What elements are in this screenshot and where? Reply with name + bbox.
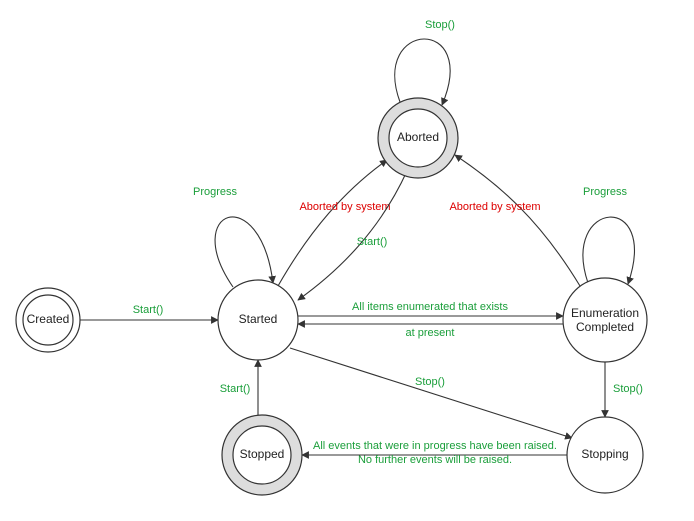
- state-label-stopped: Stopped: [240, 447, 285, 461]
- edge-label-enum2: at present: [406, 327, 455, 339]
- edge-label-aborted1: Aborted by system: [299, 201, 390, 213]
- edge-label-stop-started: Stop(): [415, 376, 445, 388]
- edge-label-start3: Start(): [220, 383, 251, 395]
- edge-enum-progress: [583, 217, 634, 284]
- state-label-started: Started: [239, 312, 278, 326]
- edge-label-done1: All events that were in progress have be…: [313, 440, 557, 452]
- edge-label-start2: Start(): [357, 236, 388, 248]
- edge-label-progress-enum: Progress: [583, 186, 628, 198]
- edge-label-enum1: All items enumerated that exists: [352, 301, 508, 313]
- edge-label-start: Start(): [133, 304, 164, 316]
- edge-aborted-stop: [395, 39, 450, 105]
- state-label-enum2: Completed: [576, 320, 634, 334]
- edge-label-stop-aborted: Stop(): [425, 19, 455, 31]
- state-created: Created: [16, 288, 80, 352]
- state-stopping: Stopping: [567, 417, 643, 493]
- edge-label-stop-enum: Stop(): [613, 383, 643, 395]
- edge-label-aborted2: Aborted by system: [449, 201, 540, 213]
- state-label-aborted: Aborted: [397, 130, 439, 144]
- state-diagram: Start() Progress Aborted by system Start…: [0, 0, 694, 521]
- state-label-enum1: Enumeration: [571, 306, 639, 320]
- state-started: Started: [218, 280, 298, 360]
- state-stopped: Stopped: [222, 415, 302, 495]
- state-enumeration-completed: Enumeration Completed: [563, 278, 647, 362]
- state-aborted: Aborted: [378, 98, 458, 178]
- state-label-stopping: Stopping: [581, 447, 628, 461]
- edge-label-done2: No further events will be raised.: [358, 454, 512, 466]
- edge-started-aborted: [278, 160, 387, 286]
- edge-started-progress: [215, 217, 273, 287]
- edge-aborted-started: [298, 171, 407, 300]
- edge-enum-aborted: [455, 155, 580, 286]
- edge-label-progress-started: Progress: [193, 186, 238, 198]
- state-label-created: Created: [27, 312, 70, 326]
- edge-started-stopping: [290, 348, 572, 438]
